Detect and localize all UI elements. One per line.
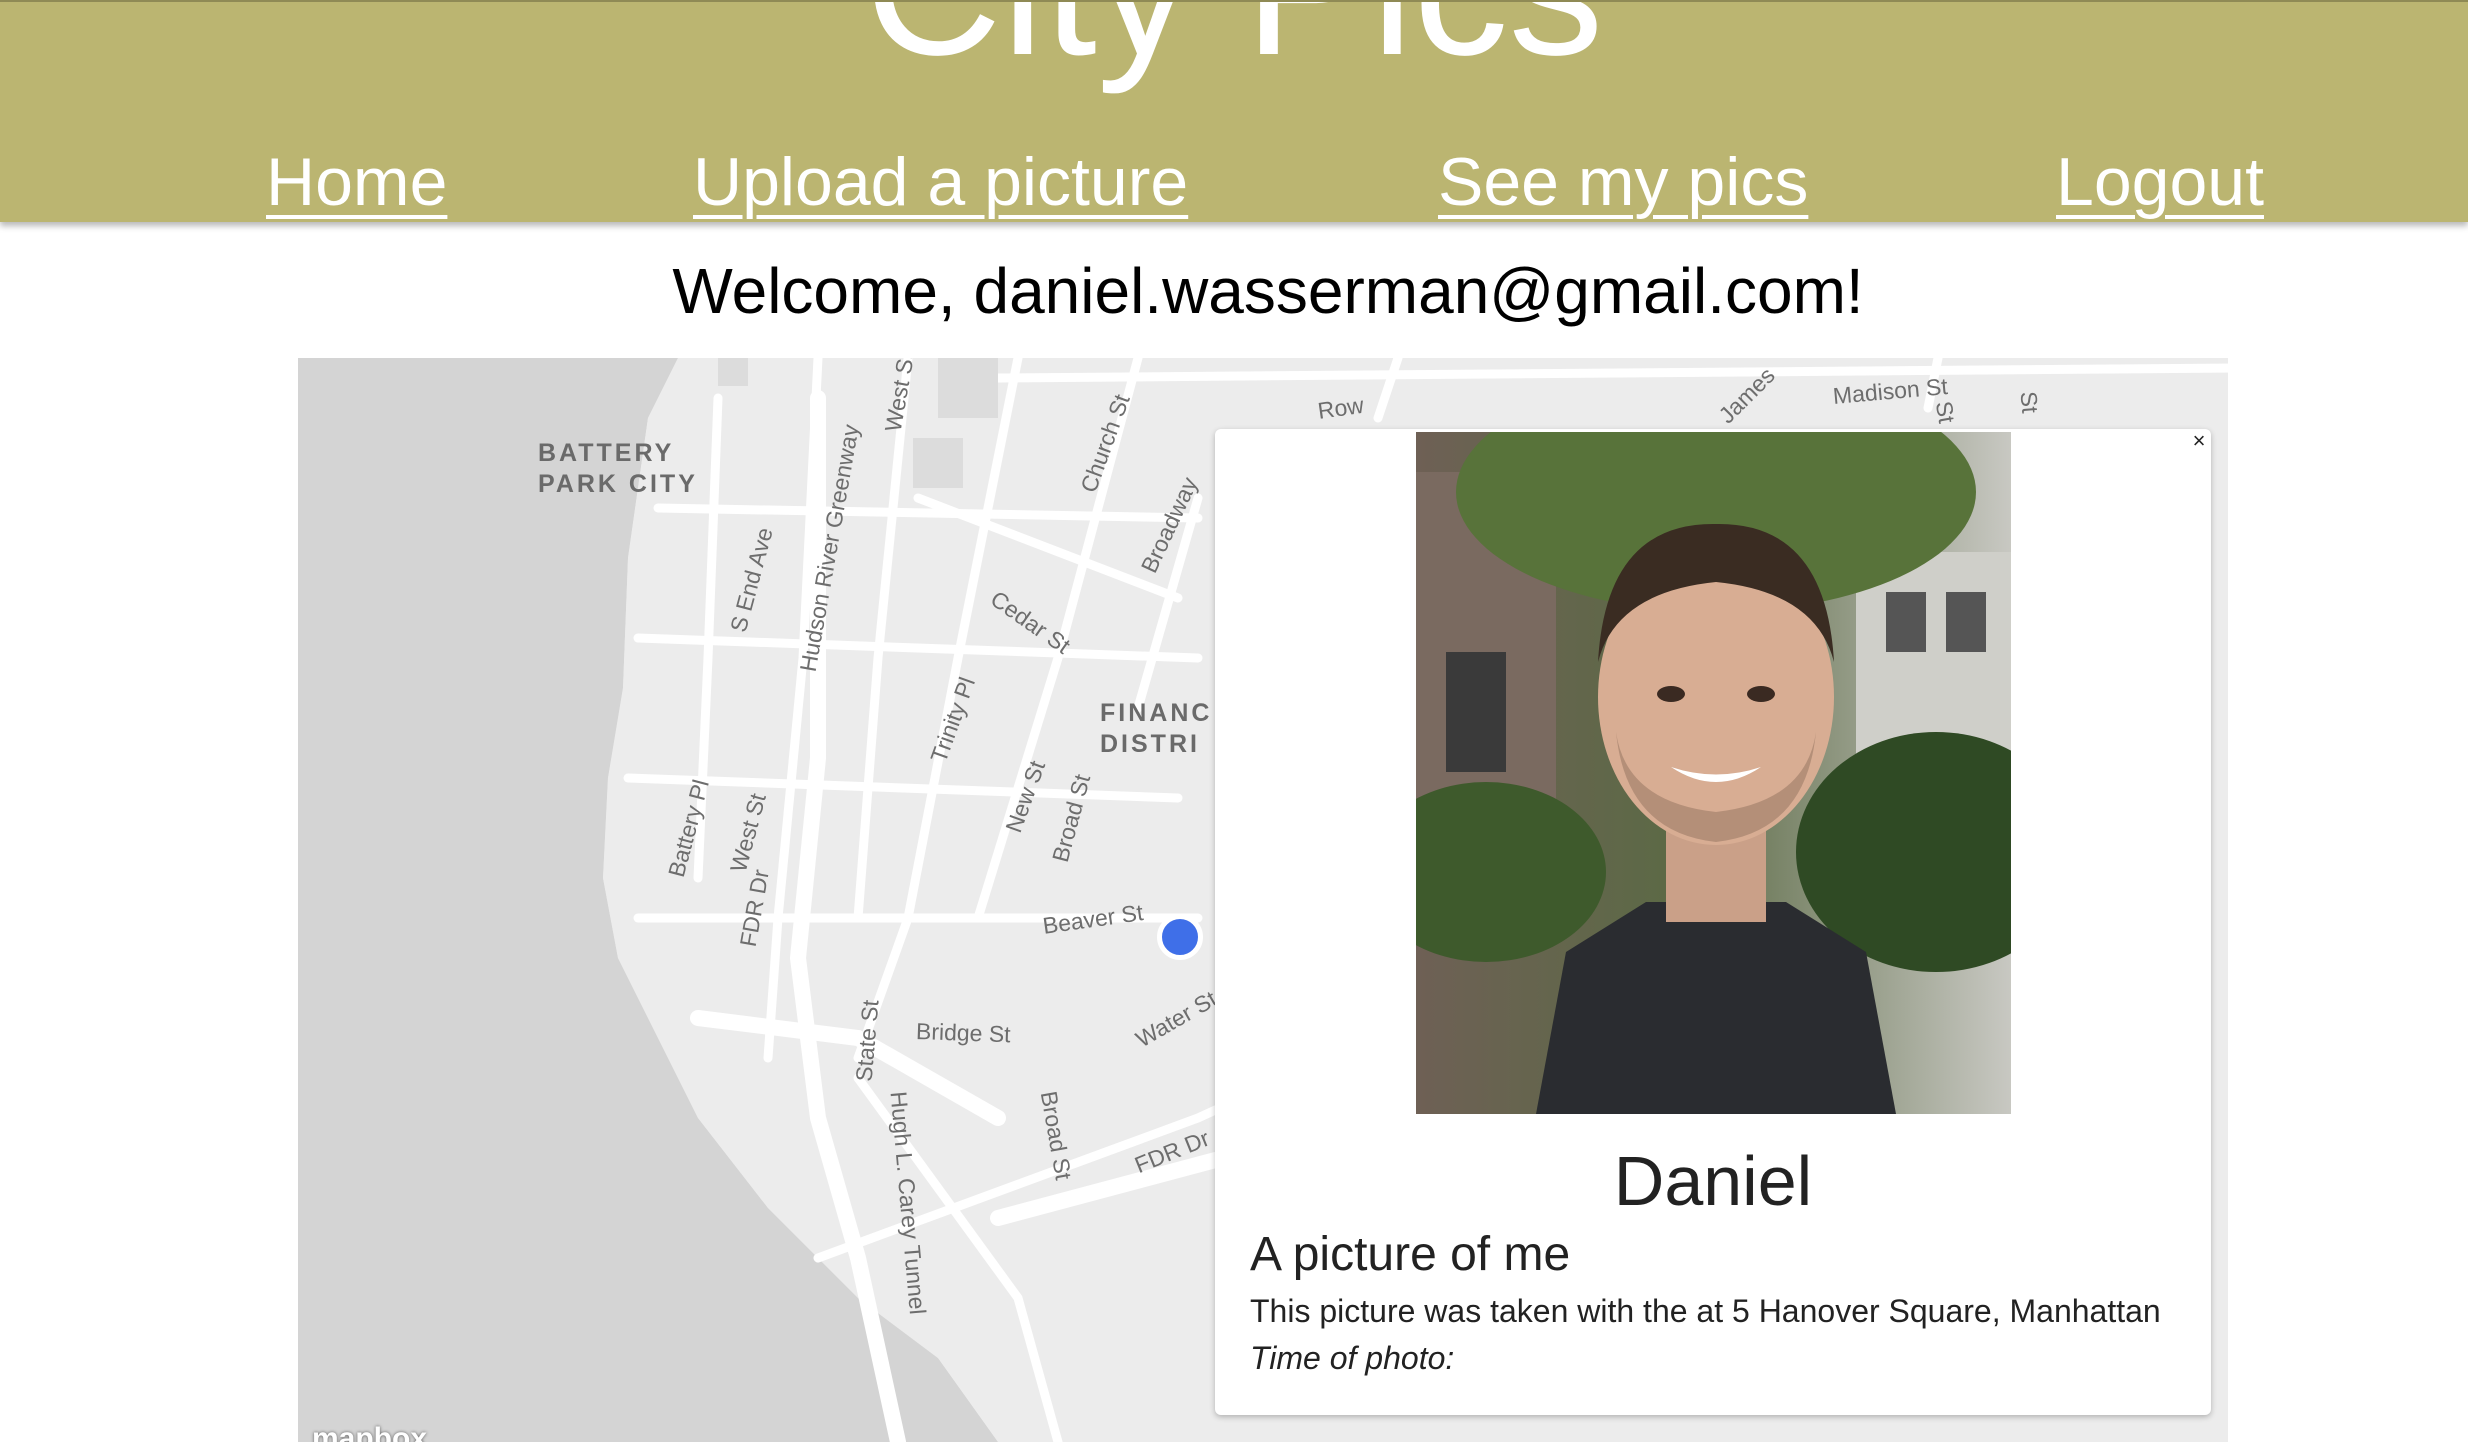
nav-upload-link[interactable]: Upload a picture xyxy=(693,140,1188,222)
popup-caption: A picture of me xyxy=(1250,1228,1571,1281)
popup-user-name: Daniel xyxy=(1613,1142,1813,1220)
popup-close-button[interactable]: × xyxy=(2187,429,2211,453)
street-label: St xyxy=(2015,390,2044,415)
user-photo xyxy=(1416,432,2011,1114)
map-marker-pin[interactable] xyxy=(1157,914,1203,960)
nav-home-link[interactable]: Home xyxy=(266,140,447,222)
popup-description: This picture was taken with the at 5 Han… xyxy=(1250,1293,2161,1329)
photo-popup: × Daniel A picture of me This picture wa… xyxy=(1215,429,2211,1415)
popup-time-label: Time of photo: xyxy=(1250,1340,1455,1376)
site-header: City Pics Home Upload a picture See my p… xyxy=(0,0,2468,222)
map-edge xyxy=(2228,358,2238,1442)
nav-logout-link[interactable]: Logout xyxy=(2056,140,2264,222)
district-label-battery-park: BATTERY PARK CITY xyxy=(538,439,698,498)
district-label-financial: FINANC DISTRI xyxy=(1100,699,1213,758)
site-title: City Pics xyxy=(0,2,2468,84)
nav-my-pics-link[interactable]: See my pics xyxy=(1438,140,1808,222)
street-label: St xyxy=(1930,399,1961,426)
street-label: Bridge St xyxy=(915,1018,1012,1048)
mapbox-attribution-logo[interactable]: mapbox xyxy=(312,1422,427,1442)
welcome-message: Welcome, daniel.wasserman@gmail.com! xyxy=(672,255,1864,327)
